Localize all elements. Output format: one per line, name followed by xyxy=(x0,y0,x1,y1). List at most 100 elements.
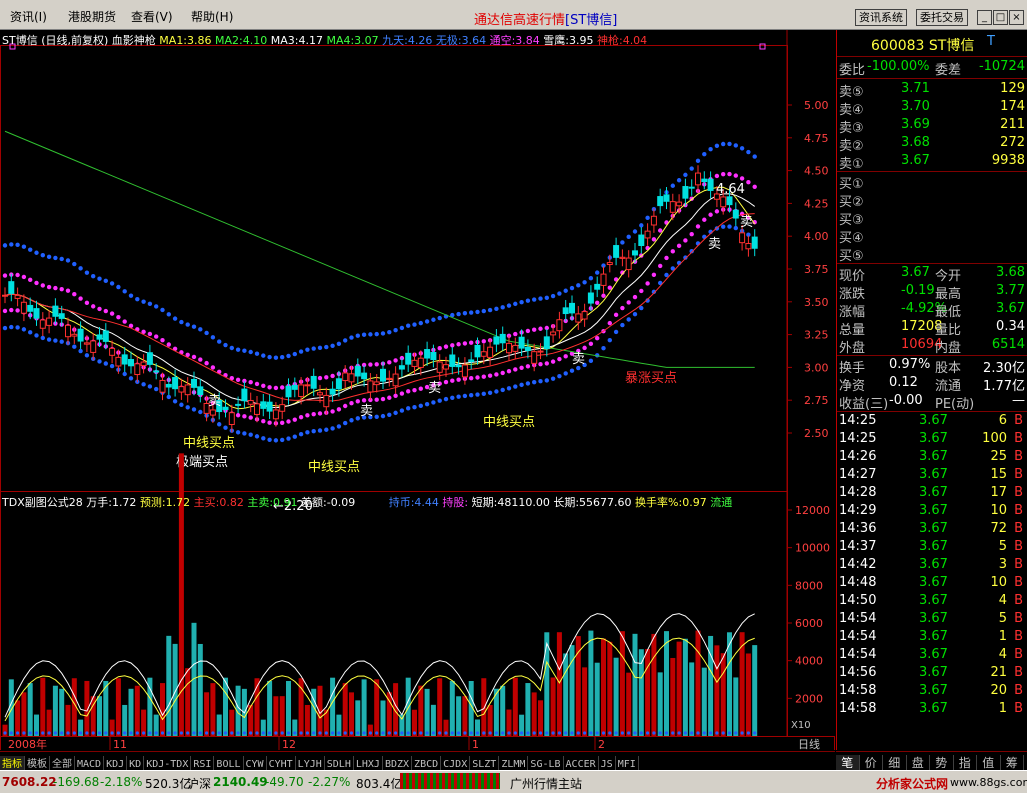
candle xyxy=(354,365,361,377)
shenqiang-dot xyxy=(595,336,600,341)
wuji-dot xyxy=(46,337,52,342)
jiutian-dot xyxy=(361,332,367,337)
indicator-tab-bar: 指标 模板 全部 MACD KDJ KD KDJ-TDX RSI BOLL CYW CYHT LYJH… xyxy=(0,751,835,773)
tick-side: B xyxy=(1014,575,1023,590)
jiutian-dot xyxy=(109,281,115,286)
close-icon[interactable]: × xyxy=(1009,10,1024,25)
volume-bar xyxy=(582,667,588,736)
volume-bar xyxy=(601,638,606,736)
wuji-dot xyxy=(198,409,203,415)
tick-price: 3.67 xyxy=(919,521,948,536)
jiutian-dot xyxy=(324,344,329,350)
wuji-dot xyxy=(443,396,449,402)
wuji-dot xyxy=(15,325,20,330)
vol-dot xyxy=(47,731,51,735)
menu-item-hk-futures[interactable]: 港股期货 xyxy=(68,8,116,25)
menu-item-info[interactable]: 资讯(I) xyxy=(10,8,47,25)
tick-volume: 100 xyxy=(982,431,1007,446)
wuji-dot xyxy=(53,338,58,343)
wuji-dot xyxy=(620,322,625,328)
volume-bar xyxy=(626,672,632,736)
candle xyxy=(581,311,588,320)
jiutian-dot xyxy=(355,333,360,338)
candle xyxy=(739,232,746,244)
tongkong-dot xyxy=(46,284,52,290)
wuji-dot xyxy=(494,389,499,394)
volume-bar xyxy=(52,685,58,736)
tongkong-dot xyxy=(147,331,153,337)
volume-bar xyxy=(374,679,380,736)
tick-side: B xyxy=(1014,665,1023,680)
tick-volume: 25 xyxy=(990,449,1007,464)
candle xyxy=(191,378,197,388)
shenqiang-dot xyxy=(563,354,568,359)
jiutian-dot xyxy=(198,327,203,332)
shenqiang-dot xyxy=(298,414,304,420)
tick-time: 14:54 xyxy=(839,647,877,662)
tick-volume: 5 xyxy=(998,611,1007,626)
vol-dot xyxy=(255,731,259,735)
candle xyxy=(575,313,582,323)
price-label: 3.50 xyxy=(804,296,829,309)
vol-dot xyxy=(286,731,291,735)
tick-price: 3.67 xyxy=(919,575,948,590)
tongkong-dot xyxy=(721,171,726,177)
tick-price: 3.67 xyxy=(919,503,948,518)
trade-button[interactable]: 委托交易 xyxy=(916,9,968,26)
maximize-icon[interactable]: □ xyxy=(993,10,1008,25)
tick-time: 14:26 xyxy=(839,449,877,464)
chart-area[interactable]: 5.00 4.75 4.50 4.25 4.00 3.75 3.50 3.25 3.00 2.75… xyxy=(0,30,835,750)
volume-bar xyxy=(563,653,569,736)
jiutian-dot xyxy=(147,301,153,306)
shenqiang-value: 神枪:4.04 xyxy=(596,34,648,47)
menu-item-view[interactable]: 查看(V) xyxy=(131,8,173,25)
volume-bar xyxy=(430,704,436,736)
tongkong-dot xyxy=(204,360,209,366)
vol-dot xyxy=(671,731,675,735)
tongkong-dot xyxy=(210,365,216,370)
wuji-dot xyxy=(122,371,127,377)
ma4-line xyxy=(4,130,755,368)
jiutian-dot xyxy=(557,291,562,296)
jiutian-dot xyxy=(714,143,720,148)
jiutian-dot xyxy=(588,275,594,281)
candle xyxy=(562,307,569,315)
vol-dot xyxy=(22,731,26,735)
jiutian-dot xyxy=(374,331,379,337)
rally-buy-label: 暴涨买点 xyxy=(625,371,677,386)
menu-item-help[interactable]: 帮助(H) xyxy=(191,8,233,25)
jiutian-dot xyxy=(248,349,253,355)
bid-level-label: 买④ xyxy=(839,231,864,246)
tongkong-dot xyxy=(261,383,266,388)
shenqiang-dot xyxy=(689,231,694,237)
kline-chart[interactable]: 5.00 4.75 4.50 4.25 4.00 3.75 3.50 3.25 3.00 2.75… xyxy=(0,30,835,750)
candle xyxy=(165,383,172,388)
volume-bar xyxy=(223,677,228,736)
volume-bar xyxy=(424,688,430,736)
wuji-dot xyxy=(412,404,417,410)
volume-bar xyxy=(500,685,506,736)
candle xyxy=(424,349,431,359)
vol-dot xyxy=(123,731,127,735)
vol-dot xyxy=(349,731,354,735)
volume-bar xyxy=(752,645,758,736)
info-system-button[interactable]: 资讯系统 xyxy=(855,9,907,26)
volume-bar xyxy=(632,633,638,736)
candle xyxy=(619,256,626,259)
jiutian-dot xyxy=(2,243,8,248)
vol-dot xyxy=(683,731,688,735)
candle xyxy=(58,313,65,319)
title-stock: [ST博信] xyxy=(565,13,618,28)
tick-price: 3.67 xyxy=(919,701,948,716)
wuji-dot xyxy=(330,426,335,431)
tick-volume: 4 xyxy=(998,593,1007,608)
candle xyxy=(342,372,349,382)
shenqiang-dot xyxy=(525,364,531,369)
candle xyxy=(688,186,695,189)
jiutian-dot xyxy=(349,335,354,340)
jiutian-dot xyxy=(261,353,266,358)
tongkong-dot xyxy=(450,343,455,348)
minimize-icon[interactable]: _ xyxy=(977,10,992,25)
vol-dot xyxy=(570,731,574,735)
divider xyxy=(837,171,1027,172)
